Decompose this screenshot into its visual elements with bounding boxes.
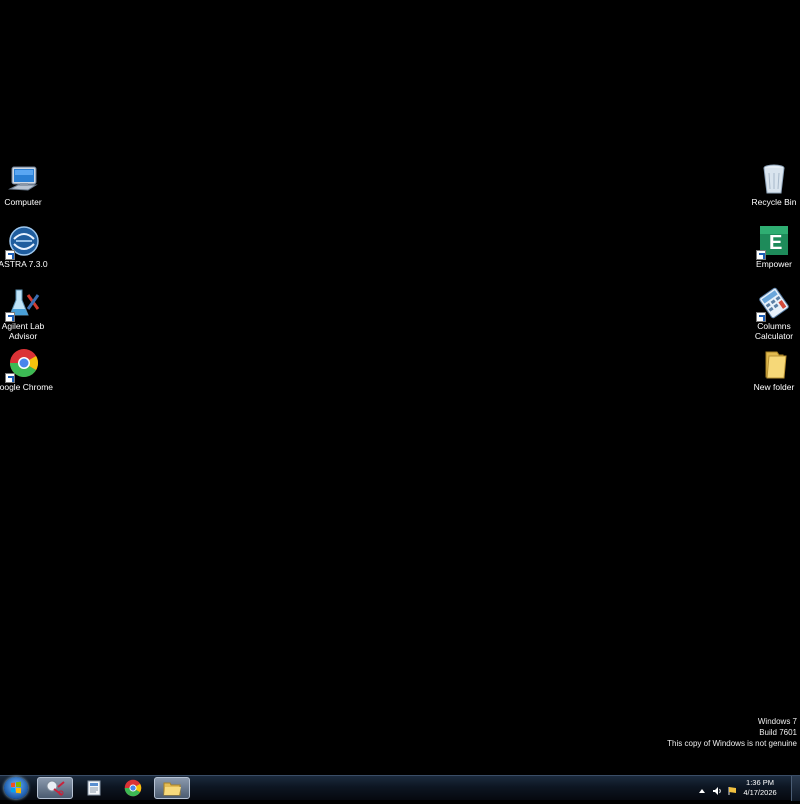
- show-desktop-button[interactable]: [791, 776, 800, 801]
- desktop-icon-columns-calculator[interactable]: Columns Calculator: [748, 287, 800, 341]
- shortcut-arrow-icon: [5, 312, 15, 322]
- snipping-tool-icon: [46, 780, 65, 796]
- columns-calculator-icon: [756, 287, 791, 322]
- taskbar-document-app[interactable]: [76, 777, 112, 799]
- desktop-icon-agilent-lab-advisor[interactable]: Agilent Lab Advisor: [0, 287, 49, 341]
- action-center-icon[interactable]: [727, 783, 737, 795]
- clock-time: 1:36 PM: [746, 778, 774, 787]
- icon-label: Recycle Bin: [751, 197, 797, 207]
- desktop-icon-computer[interactable]: Computer: [0, 163, 49, 208]
- agilent-lab-advisor-icon: [5, 287, 40, 322]
- start-orb-icon[interactable]: [4, 777, 28, 799]
- shortcut-arrow-icon: [756, 312, 766, 322]
- empower-icon: E: [756, 225, 791, 260]
- chrome-icon: [5, 348, 40, 383]
- shortcut-arrow-icon: [5, 250, 15, 260]
- recycle-bin-icon: [757, 163, 791, 197]
- icon-label: Empower: [756, 259, 792, 269]
- watermark-genuine-notice: This copy of Windows is not genuine: [667, 739, 797, 748]
- folder-icon: [757, 348, 791, 382]
- desktop-icon-new-folder[interactable]: New folder: [748, 348, 800, 393]
- desktop-icon-astra[interactable]: ASTRA 7.3.0: [0, 225, 49, 270]
- explorer-folder-icon: [163, 782, 181, 796]
- desktop-icon-empower[interactable]: E Empower: [748, 225, 800, 270]
- icon-label: Columns Calculator: [754, 321, 794, 341]
- icon-label: Agilent Lab Advisor: [1, 321, 45, 341]
- taskbar-clock[interactable]: 1:36 PM 4/17/2026: [740, 778, 780, 798]
- taskbar: 1:36 PM 4/17/2026: [0, 775, 800, 801]
- taskbar-google-chrome[interactable]: [115, 777, 151, 799]
- taskbar-windows-explorer[interactable]: [154, 777, 190, 799]
- icon-label: ASTRA 7.3.0: [0, 259, 48, 269]
- show-hidden-icons-icon[interactable]: [697, 783, 707, 793]
- watermark-build: Build 7601: [759, 728, 797, 737]
- chrome-icon: [124, 779, 142, 797]
- shortcut-arrow-icon: [756, 250, 766, 260]
- desktop-icon-google-chrome[interactable]: Google Chrome: [0, 348, 53, 393]
- windows-logo-icon: [11, 781, 21, 794]
- desktop[interactable]: Computer ASTRA 7.3.0 Agilent Lab Advisor: [0, 0, 800, 775]
- svg-text:E: E: [769, 232, 782, 254]
- document-app-icon: [87, 780, 101, 796]
- taskbar-snipping-tool[interactable]: [37, 777, 73, 799]
- icon-label: Google Chrome: [0, 382, 54, 392]
- desktop-icon-recycle-bin[interactable]: Recycle Bin: [748, 163, 800, 208]
- computer-icon: [6, 163, 40, 197]
- icon-label: New folder: [753, 382, 795, 392]
- windows-watermark: Windows 7 Build 7601 This copy of Window…: [667, 716, 797, 749]
- watermark-version: Windows 7: [757, 717, 797, 726]
- volume-icon[interactable]: [712, 783, 722, 795]
- clock-date: 4/17/2026: [743, 788, 777, 797]
- shortcut-arrow-icon: [5, 373, 15, 383]
- astra-icon: [5, 225, 40, 260]
- icon-label: Computer: [4, 197, 42, 207]
